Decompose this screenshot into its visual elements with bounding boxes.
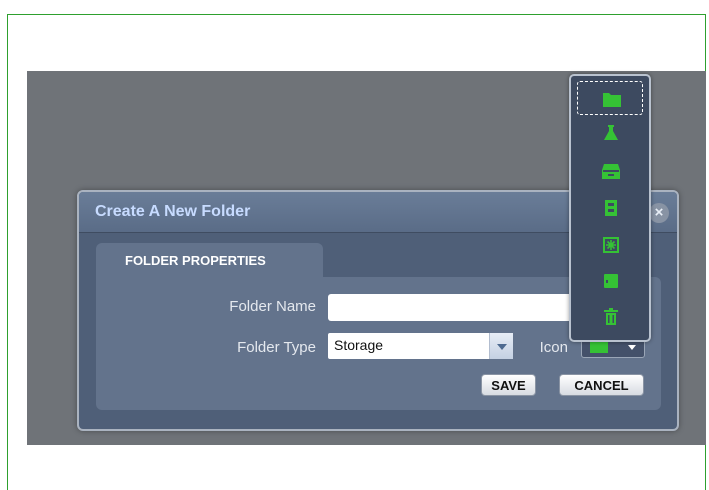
- asterisk-box-icon: [603, 237, 619, 253]
- tab-label: FOLDER PROPERTIES: [125, 253, 266, 268]
- icon-label: Icon: [539, 339, 568, 356]
- folder-icon: [590, 342, 608, 353]
- folder-type-label: Folder Type: [237, 339, 316, 356]
- drawer-icon: [602, 164, 620, 179]
- folder-name-label: Folder Name: [229, 298, 316, 315]
- icon-option-drawer[interactable]: [577, 154, 643, 188]
- icon-option-folder[interactable]: [577, 81, 643, 115]
- icon-option-flask[interactable]: [577, 116, 643, 150]
- cancel-button[interactable]: CANCEL: [559, 374, 644, 396]
- save-button[interactable]: SAVE: [481, 374, 536, 396]
- icon-option-cabinet[interactable]: [577, 191, 643, 225]
- icon-option-trash[interactable]: [577, 300, 643, 334]
- trash-icon: [604, 308, 618, 325]
- close-icon[interactable]: ×: [649, 203, 669, 223]
- tab-folder-properties[interactable]: FOLDER PROPERTIES: [96, 243, 323, 278]
- folder-name-input[interactable]: [328, 294, 588, 321]
- icon-option-box[interactable]: [577, 264, 643, 298]
- flask-icon: [604, 125, 618, 140]
- box-icon: [604, 274, 618, 288]
- folder-type-value: Storage: [334, 337, 384, 353]
- icon-dropdown: [569, 74, 651, 342]
- folder-icon: [603, 93, 621, 107]
- dialog-title: Create A New Folder: [95, 203, 251, 220]
- icon-option-asterisk-box[interactable]: [577, 228, 643, 262]
- cabinet-icon: [605, 200, 617, 216]
- chevron-down-icon: [628, 345, 636, 350]
